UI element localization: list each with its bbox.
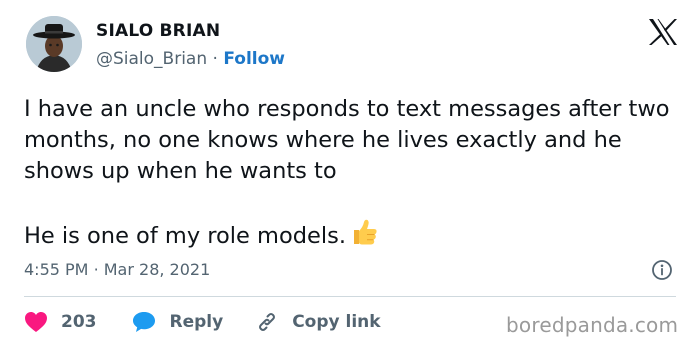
timestamp-separator: · xyxy=(93,260,99,279)
copy-link-button[interactable]: Copy link xyxy=(255,310,381,334)
follow-link[interactable]: Follow xyxy=(223,49,285,69)
handle-separator: · xyxy=(212,49,218,69)
watermark: boredpanda.com xyxy=(506,313,679,337)
author-block: SIALO BRIAN @Sialo_Brian · Follow xyxy=(96,20,285,70)
avatar[interactable] xyxy=(26,16,82,72)
link-icon xyxy=(259,313,276,331)
tweet-paragraph-2: He is one of my role models. xyxy=(24,223,346,249)
display-name[interactable]: SIALO BRIAN xyxy=(96,20,285,42)
info-icon[interactable] xyxy=(651,259,673,281)
timestamp[interactable]: 4:55 PM · Mar 28, 2021 xyxy=(24,259,210,281)
handle-row: @Sialo_Brian · Follow xyxy=(96,48,285,70)
reply-label: Reply xyxy=(169,312,224,332)
tweet-text: I have an uncle who responds to text mes… xyxy=(24,94,684,255)
tweet-paragraph-2-wrap: He is one of my role models. xyxy=(24,218,684,255)
tweet-paragraph-1: I have an uncle who responds to text mes… xyxy=(24,96,670,184)
tweet-date: Mar 28, 2021 xyxy=(103,260,211,279)
action-bar: 203 Reply Copy link xyxy=(24,309,381,335)
reply-bubble-icon xyxy=(132,312,155,332)
thumbs-up-icon xyxy=(348,218,378,255)
tweet-time: 4:55 PM xyxy=(24,260,89,279)
heart-icon xyxy=(25,312,47,332)
reply-button[interactable]: Reply xyxy=(132,311,224,333)
handle[interactable]: @Sialo_Brian xyxy=(96,49,207,69)
copy-link-label: Copy link xyxy=(292,312,381,332)
like-button[interactable]: 203 xyxy=(24,311,97,333)
x-logo-icon[interactable] xyxy=(648,18,678,46)
divider xyxy=(24,296,676,297)
like-count: 203 xyxy=(61,312,97,332)
